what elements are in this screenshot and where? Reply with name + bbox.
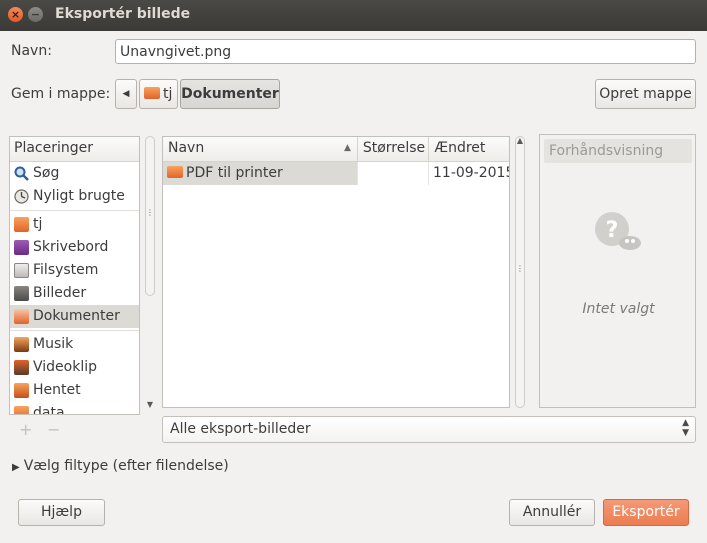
home-folder-icon xyxy=(14,217,29,232)
column-header-name[interactable]: Navn ▲ xyxy=(163,137,358,161)
path-button-tj[interactable]: tj xyxy=(139,79,178,109)
place-item-label: Skrivebord xyxy=(33,239,109,255)
places-header: Placeringer xyxy=(10,137,139,162)
pictures-folder-icon xyxy=(14,286,29,301)
chevron-left-icon: ◀ xyxy=(122,89,130,99)
preview-pane: Forhåndsvisning ? Intet valgt xyxy=(539,134,696,408)
place-item-label: Musik xyxy=(33,336,74,352)
place-item-recent[interactable]: Nyligt brugte xyxy=(10,185,139,208)
file-type-filter-combo[interactable]: Alle eksport-billeder ▲ ▼ xyxy=(162,416,696,443)
place-item-downloads[interactable]: Hentet xyxy=(10,379,139,402)
scroll-grip-icon: ⋮ xyxy=(516,264,524,273)
place-item-documents[interactable]: Dokumenter xyxy=(10,305,139,328)
folder-icon xyxy=(14,406,29,414)
desktop-icon xyxy=(14,240,29,255)
remove-place-button[interactable]: − xyxy=(47,420,60,439)
scroll-up-icon[interactable]: ▲ xyxy=(514,136,526,145)
place-item-videos[interactable]: Videoklip xyxy=(10,356,139,379)
close-icon[interactable]: × xyxy=(8,7,23,22)
place-item-tj[interactable]: tj xyxy=(10,213,139,236)
file-row[interactable]: PDF til printer 11-09-2015 xyxy=(163,162,509,185)
search-icon xyxy=(14,166,29,181)
combo-arrows-icon: ▲ ▼ xyxy=(682,418,689,438)
place-item-label: Søg xyxy=(33,165,60,181)
place-item-label: Nyligt brugte xyxy=(33,188,125,204)
file-list: Navn ▲ Størrelse Ændret PDF til printer … xyxy=(162,136,510,408)
place-item-label: Hentet xyxy=(33,382,81,398)
export-button[interactable]: Eksportér xyxy=(603,499,689,526)
drive-icon xyxy=(14,263,29,278)
path-back-button[interactable]: ◀ xyxy=(115,79,137,109)
file-size-cell xyxy=(358,162,429,185)
column-header-label: Navn xyxy=(168,140,205,156)
place-item-label: Filsystem xyxy=(33,262,99,278)
place-item-desktop[interactable]: Skrivebord xyxy=(10,236,139,259)
column-header-modified[interactable]: Ændret xyxy=(429,137,509,161)
place-item-label: Billeder xyxy=(33,285,87,301)
file-list-scrollbar[interactable]: ▲ ⋮ xyxy=(514,136,526,408)
add-place-button[interactable]: + xyxy=(19,420,32,439)
filename-input[interactable] xyxy=(115,39,696,64)
places-scrollbar[interactable]: ⋮ ▼ xyxy=(144,136,156,415)
music-folder-icon xyxy=(14,337,29,352)
file-name-cell: PDF til printer xyxy=(163,162,358,185)
file-type-expander[interactable]: ▶ Vælg filtype (efter filendelse) xyxy=(12,458,229,474)
window-title: Eksportér billede xyxy=(55,6,191,22)
places-separator xyxy=(10,210,139,211)
help-button[interactable]: Hjælp xyxy=(18,499,105,526)
path-tj-label: tj xyxy=(163,86,173,102)
file-list-header: Navn ▲ Størrelse Ændret xyxy=(163,137,509,162)
folder-icon xyxy=(167,166,183,178)
videos-folder-icon xyxy=(14,360,29,375)
place-item-music[interactable]: Musik xyxy=(10,333,139,356)
filter-selected-label: Alle eksport-billeder xyxy=(170,421,311,437)
preview-header: Forhåndsvisning xyxy=(544,139,692,163)
path-button-dokumenter[interactable]: Dokumenter xyxy=(180,79,280,109)
place-item-data[interactable]: data xyxy=(10,402,139,415)
place-item-filesystem[interactable]: Filsystem xyxy=(10,259,139,282)
file-modified-cell: 11-09-2015 xyxy=(433,165,510,181)
place-item-label: Videoklip xyxy=(33,359,97,375)
place-item-pictures[interactable]: Billeder xyxy=(10,282,139,305)
recent-icon xyxy=(14,189,29,204)
place-item-search[interactable]: Søg xyxy=(10,162,139,185)
expander-label: Vælg filtype (efter filendelse) xyxy=(23,458,229,474)
scroll-grip-icon: ⋮ xyxy=(146,208,154,217)
title-bar: × − Eksportér billede xyxy=(0,0,707,31)
create-folder-button[interactable]: Opret mappe xyxy=(595,79,696,109)
sort-ascending-icon: ▲ xyxy=(343,143,351,153)
place-item-label: tj xyxy=(33,216,43,232)
scroll-down-icon[interactable]: ▼ xyxy=(144,400,156,409)
minimize-icon[interactable]: − xyxy=(28,7,43,22)
preview-empty-text: Intet valgt xyxy=(582,301,655,317)
cancel-button[interactable]: Annullér xyxy=(509,499,595,526)
place-item-label: Dokumenter xyxy=(33,308,120,324)
file-name: PDF til printer xyxy=(186,165,283,181)
downloads-folder-icon xyxy=(14,383,29,398)
svg-text:?: ? xyxy=(606,218,619,243)
name-label: Navn: xyxy=(11,43,52,59)
expander-arrow-icon: ▶ xyxy=(12,462,20,473)
save-in-folder-label: Gem i mappe: xyxy=(11,86,111,102)
places-separator xyxy=(10,330,139,331)
place-item-label: data xyxy=(33,405,65,415)
places-sidebar: Placeringer Søg Nyligt brugte tj Skriveb… xyxy=(9,136,140,415)
home-folder-icon xyxy=(144,87,160,99)
documents-folder-icon xyxy=(14,309,29,324)
column-header-size[interactable]: Størrelse xyxy=(358,137,430,161)
no-preview-icon: ? xyxy=(592,205,644,255)
